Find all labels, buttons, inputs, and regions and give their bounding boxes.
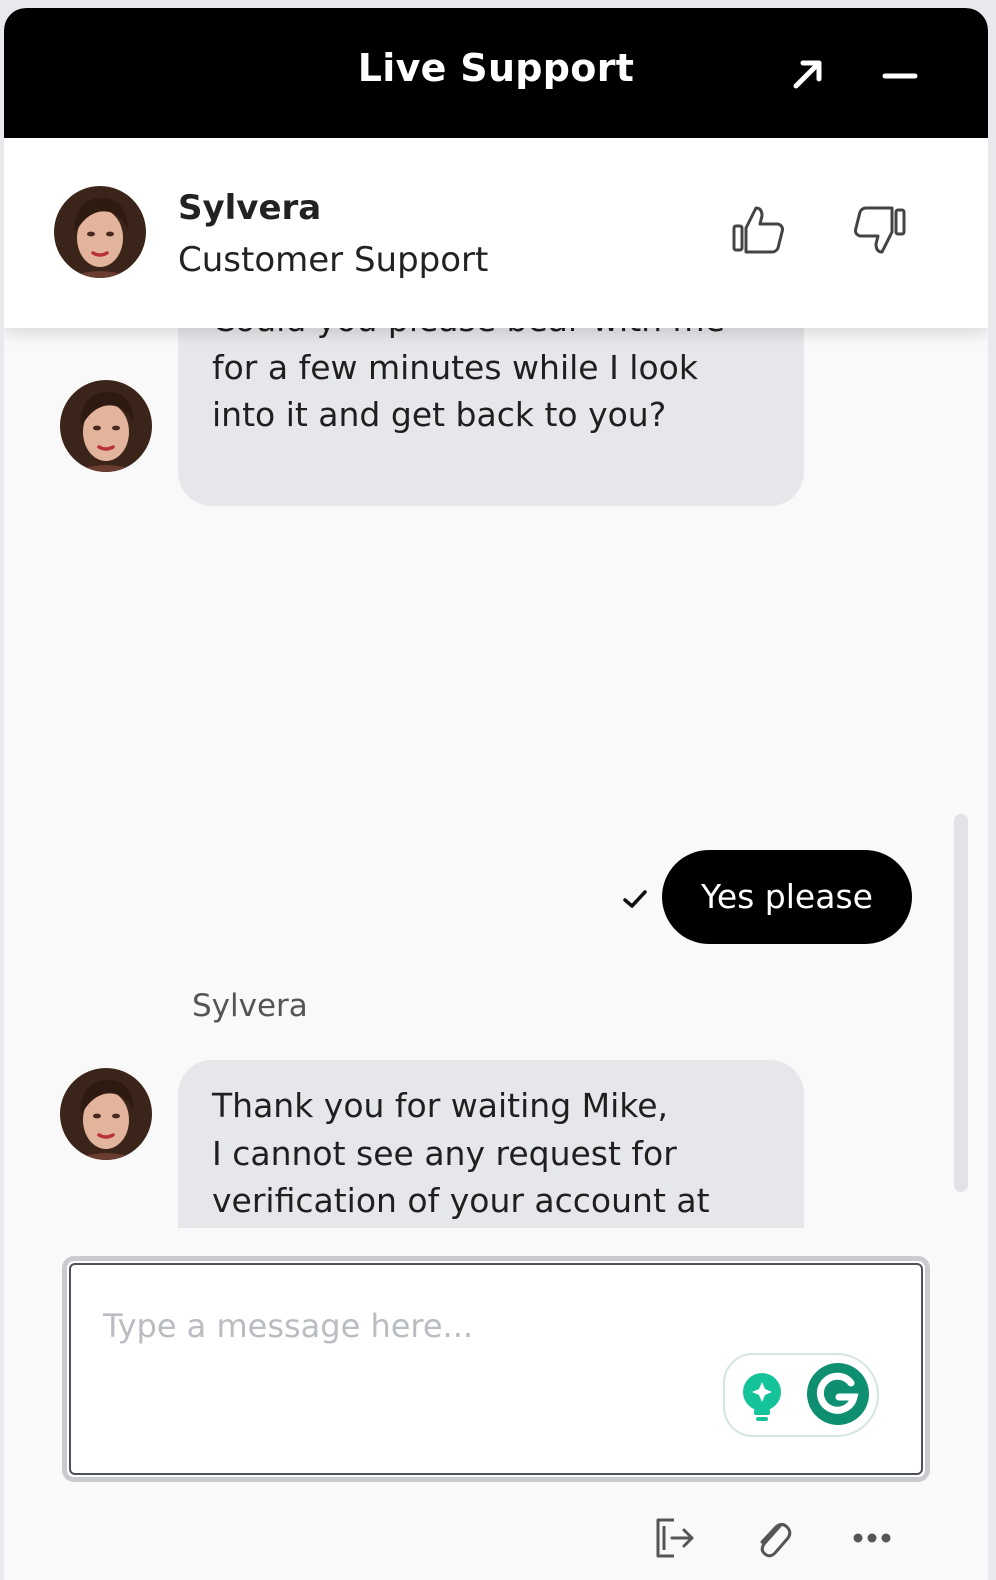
user-message: Yes please bbox=[662, 850, 912, 944]
agent-card: Sylvera Customer Support bbox=[4, 138, 988, 328]
chat-title: Live Support bbox=[357, 46, 635, 90]
agent-role: Customer Support bbox=[178, 240, 489, 280]
thumbs-down-icon[interactable] bbox=[848, 198, 912, 262]
check-icon bbox=[622, 888, 648, 914]
exit-chat-icon[interactable] bbox=[652, 1516, 696, 1564]
grammarly-widget[interactable] bbox=[723, 1353, 879, 1437]
minimize-icon[interactable] bbox=[882, 56, 918, 96]
message-input[interactable] bbox=[103, 1301, 703, 1351]
chat-transcript[interactable]: Could you please bear with me for a few … bbox=[4, 328, 988, 1228]
agent-avatar bbox=[54, 186, 146, 278]
chat-scrollbar[interactable] bbox=[954, 814, 968, 1192]
agent-message: Thank you for waiting Mike, I cannot see… bbox=[178, 1060, 804, 1228]
agent-name: Sylvera bbox=[178, 188, 322, 228]
thumbs-up-icon[interactable] bbox=[726, 198, 790, 262]
more-icon[interactable] bbox=[850, 1516, 894, 1564]
agent-avatar bbox=[60, 380, 152, 472]
chat-widget: Live Support Sylvera Customer Support fo… bbox=[4, 8, 988, 1580]
grammarly-icon[interactable] bbox=[805, 1361, 871, 1431]
expand-icon[interactable] bbox=[790, 56, 826, 96]
grammarly-suggestion-icon[interactable] bbox=[739, 1371, 785, 1429]
agent-avatar bbox=[60, 1068, 152, 1160]
agent-message: Could you please bear with me for a few … bbox=[178, 328, 804, 506]
message-composer bbox=[62, 1256, 930, 1482]
message-sender-name: Sylvera bbox=[192, 988, 308, 1024]
chat-header: Live Support bbox=[4, 8, 988, 138]
paperclip-icon[interactable] bbox=[752, 1516, 796, 1564]
